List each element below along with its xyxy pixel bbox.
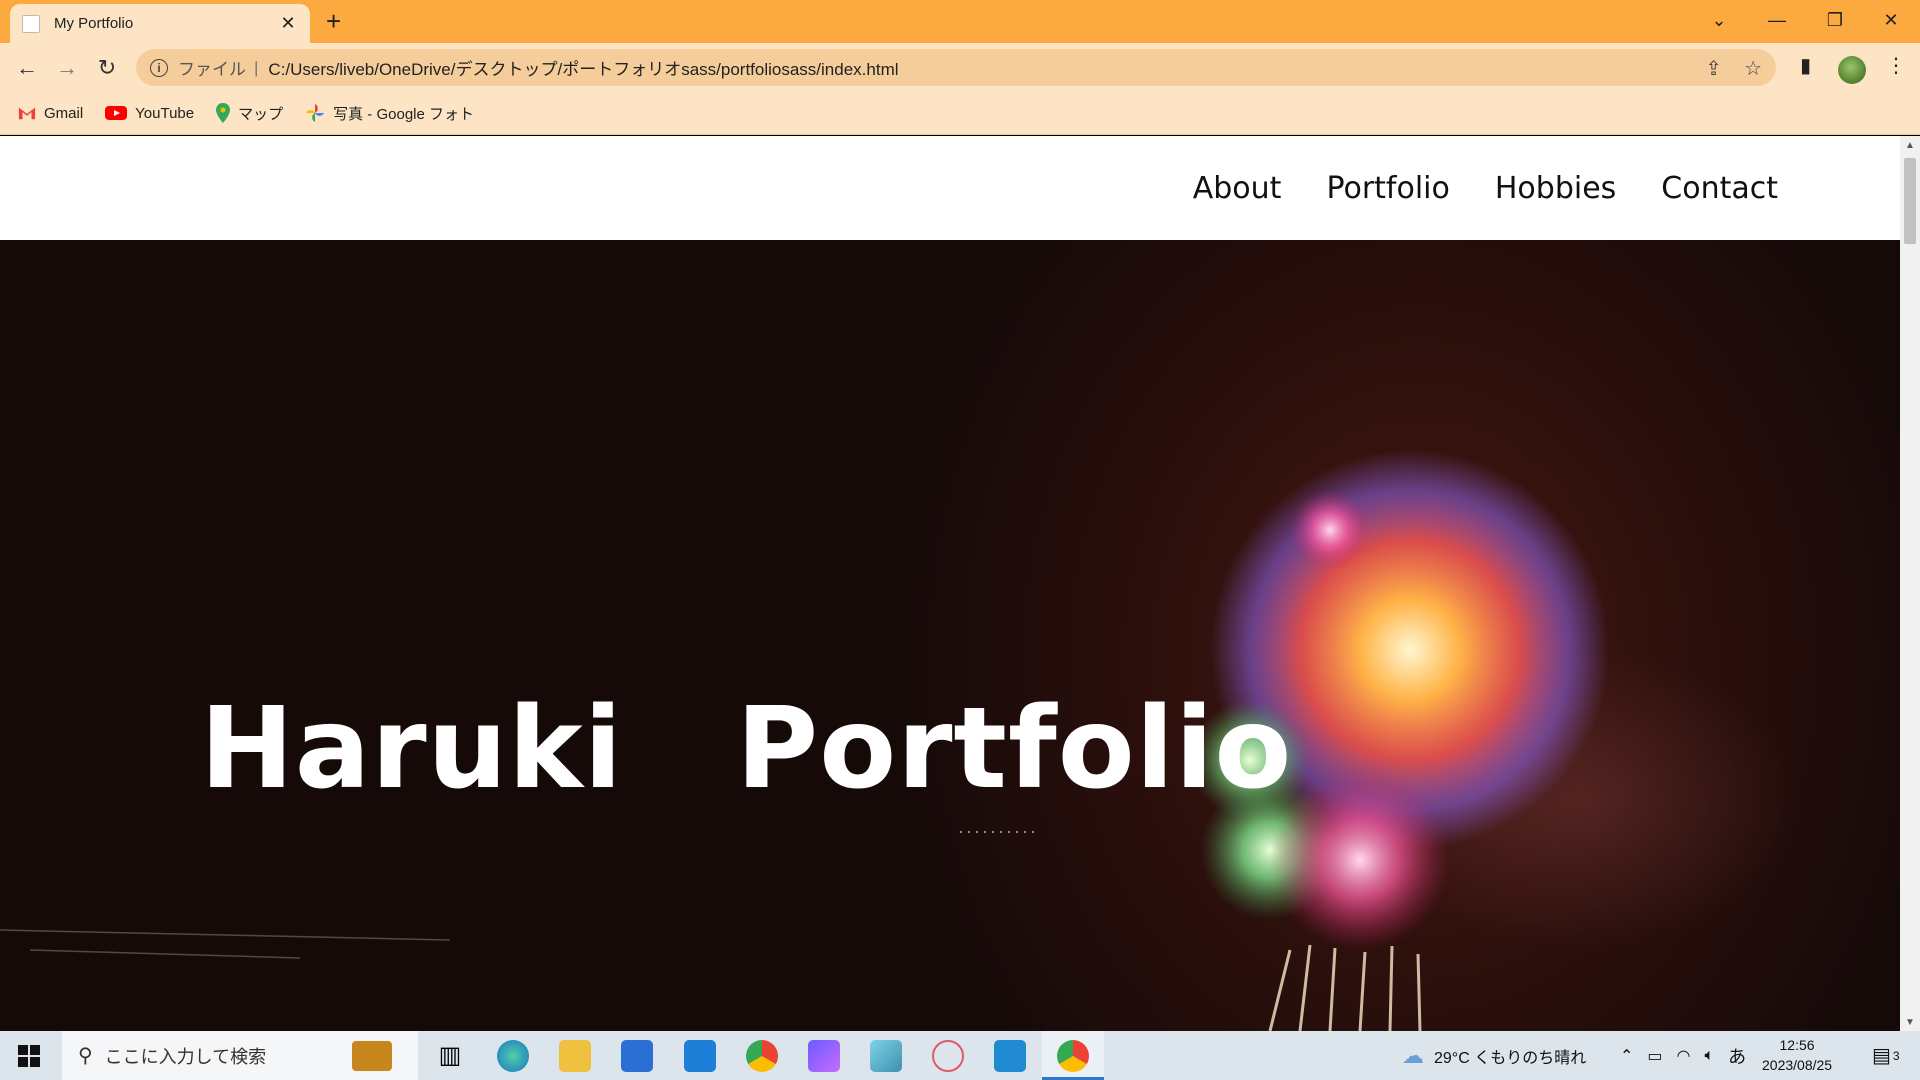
menu-icon[interactable]: ⋮	[1886, 53, 1906, 78]
clock-date: 2023/08/25	[1762, 1057, 1833, 1073]
edge-icon[interactable]	[497, 1040, 529, 1072]
youtube-icon	[105, 106, 128, 120]
notification-count: 3	[1892, 1048, 1900, 1063]
weather-text: 29°C くもりのち晴れ	[1434, 1049, 1587, 1067]
weather-widget[interactable]: ☁ 29°C くもりのち晴れ	[1402, 1031, 1586, 1080]
volume-icon[interactable]: 🔈︎	[1705, 1047, 1715, 1065]
url-text[interactable]: C:/Users/liveb/OneDrive/デスクトップ/ポートフォリオsa…	[268, 55, 898, 80]
fireworks-image	[0, 450, 1800, 1031]
chrome-icon[interactable]	[746, 1040, 778, 1072]
scroll-thumb[interactable]	[1904, 158, 1916, 244]
scroll-up-icon[interactable]: ▲	[1900, 136, 1920, 154]
notepad-icon[interactable]	[870, 1040, 902, 1072]
site-header: About Portfolio Hobbies Contact	[0, 136, 1900, 240]
scroll-down-icon[interactable]: ▼	[1900, 1013, 1920, 1031]
chat-icon: ▤	[1872, 1045, 1891, 1067]
close-window-icon[interactable]: ✕	[1862, 0, 1920, 40]
page-scrollbar[interactable]: ▲ ▼	[1900, 136, 1920, 1031]
back-icon[interactable]: ←	[12, 53, 42, 83]
bookmark-gmail[interactable]: Gmail	[18, 105, 83, 122]
bookmark-label: Gmail	[44, 104, 84, 122]
nav-about[interactable]: About	[1193, 171, 1282, 206]
minimize-icon[interactable]: —	[1748, 0, 1806, 40]
page-favicon-icon	[22, 14, 40, 33]
taskbar-clock[interactable]: 12:56 2023/08/25	[1762, 1035, 1832, 1075]
tab-search-icon[interactable]: ⌄	[1690, 0, 1748, 40]
mail-icon[interactable]	[684, 1040, 716, 1072]
bookmark-label: 写真 - Google フォト	[333, 105, 475, 123]
info-icon[interactable]: i	[150, 58, 168, 77]
tab-title: My Portfolio	[54, 15, 134, 32]
url-scheme: ファイル	[178, 60, 246, 79]
bookmark-maps[interactable]: マップ	[216, 103, 283, 124]
photos-app-icon[interactable]	[808, 1040, 840, 1072]
nav-portfolio[interactable]: Portfolio	[1326, 171, 1449, 206]
vscode-icon[interactable]	[994, 1040, 1026, 1072]
browser-toolbar: ← → ↻ i ファイル | C:/Users/liveb/OneDrive/デ…	[0, 43, 1920, 92]
system-tray: ⌃ ▭ ◠ 🔈︎ あ	[1620, 1031, 1746, 1080]
gmail-icon	[18, 107, 36, 120]
briefcase-icon[interactable]	[352, 1041, 392, 1071]
bookmark-photos[interactable]: 写真 - Google フォト	[305, 103, 474, 124]
bookmark-label: マップ	[238, 105, 284, 123]
hero-section: Haruki Portfolio	[0, 240, 1900, 1031]
close-tab-icon[interactable]: ✕	[278, 13, 298, 34]
chevron-up-icon[interactable]: ⌃	[1620, 1046, 1633, 1066]
store-icon[interactable]	[621, 1040, 653, 1072]
bookmark-star-icon[interactable]: ☆	[1744, 56, 1762, 81]
windows-start-icon[interactable]	[18, 1045, 40, 1067]
search-icon: ⚲	[78, 1045, 93, 1067]
wifi-icon[interactable]: ◠	[1677, 1046, 1691, 1066]
clock-time: 12:56	[1779, 1037, 1815, 1053]
nav-contact[interactable]: Contact	[1661, 171, 1778, 206]
taskbar-search[interactable]: ⚲ ここに入力して検索	[62, 1031, 418, 1080]
bookmark-label: YouTube	[135, 104, 195, 122]
taskbar: ⚲ ここに入力して検索 ▥ ☁ 29°C くもりのち晴れ ⌃ ▭ ◠ 🔈︎ あ …	[0, 1031, 1920, 1080]
chrome-active-task[interactable]	[1042, 1031, 1104, 1080]
chrome-icon	[1057, 1040, 1089, 1072]
search-placeholder: ここに入力して検索	[104, 1046, 267, 1067]
new-tab-icon[interactable]: +	[326, 8, 341, 34]
address-bar[interactable]: i ファイル | C:/Users/liveb/OneDrive/デスクトップ/…	[136, 49, 1776, 86]
photos-icon	[306, 104, 325, 122]
share-icon[interactable]: ⇪	[1705, 56, 1722, 81]
file-explorer-icon[interactable]	[559, 1040, 591, 1072]
task-view-icon[interactable]: ▥	[434, 1040, 466, 1072]
page-viewport: About Portfolio Hobbies Contact Haruki P…	[0, 136, 1900, 1031]
profile-avatar[interactable]	[1838, 56, 1866, 84]
ime-indicator[interactable]: あ	[1728, 1043, 1746, 1069]
bookmark-youtube[interactable]: YouTube	[105, 105, 194, 122]
notification-center-icon[interactable]: ▤ 3	[1872, 1031, 1900, 1080]
maps-icon	[216, 103, 231, 123]
forward-icon[interactable]: →	[52, 53, 82, 83]
cloud-sun-icon: ☁	[1402, 1042, 1424, 1068]
bookmarks-bar: Gmail YouTube マップ 写真 - Google フォト	[0, 92, 1920, 135]
browser-tab[interactable]: My Portfolio ✕	[10, 4, 310, 43]
hero-title: Haruki Portfolio	[200, 684, 1293, 814]
battery-icon[interactable]: ▭	[1647, 1046, 1662, 1066]
tab-strip: My Portfolio ✕ + ⌄ — ❐ ✕	[0, 0, 1920, 43]
restore-icon[interactable]: ❐	[1806, 0, 1864, 40]
nav-hobbies[interactable]: Hobbies	[1495, 171, 1616, 206]
reload-icon[interactable]: ↻	[92, 53, 122, 83]
url-separator: |	[254, 57, 259, 77]
snipping-tool-icon[interactable]	[932, 1040, 964, 1072]
side-panel-icon[interactable]: ▮	[1800, 53, 1811, 78]
